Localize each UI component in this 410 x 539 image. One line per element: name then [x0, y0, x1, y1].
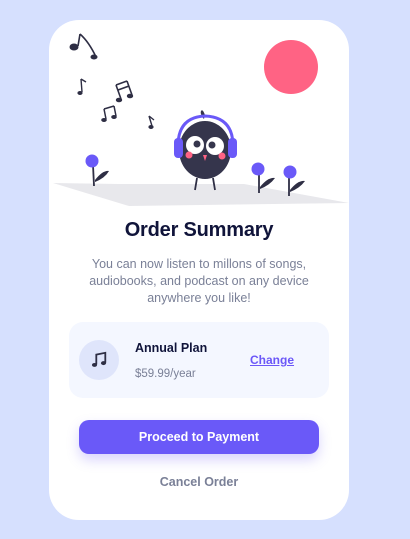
- plan-name: Annual Plan: [135, 341, 208, 355]
- cancel-order-button[interactable]: Cancel Order: [79, 471, 319, 493]
- plan-price: $59.99/year: [135, 368, 196, 380]
- proceed-to-payment-button[interactable]: Proceed to Payment: [79, 420, 319, 454]
- order-summary-title: Order Summary: [124, 219, 274, 241]
- ground-shape: [53, 183, 349, 206]
- order-description: You can now listen to millons of songs, …: [89, 257, 309, 305]
- flower-left-icon: [85, 154, 109, 187]
- music-notes-icon: [69, 33, 155, 129]
- bird-headphones-icon: [174, 110, 237, 191]
- order-summary-card: Order Summary You can now listen to mill…: [49, 20, 349, 520]
- sun-icon: [264, 40, 318, 94]
- hero-illustration: [49, 20, 349, 210]
- music-note-icon: [79, 340, 119, 380]
- change-plan-link[interactable]: Change: [250, 353, 294, 367]
- plan-summary-box: Annual Plan $59.99/year Change: [69, 322, 329, 398]
